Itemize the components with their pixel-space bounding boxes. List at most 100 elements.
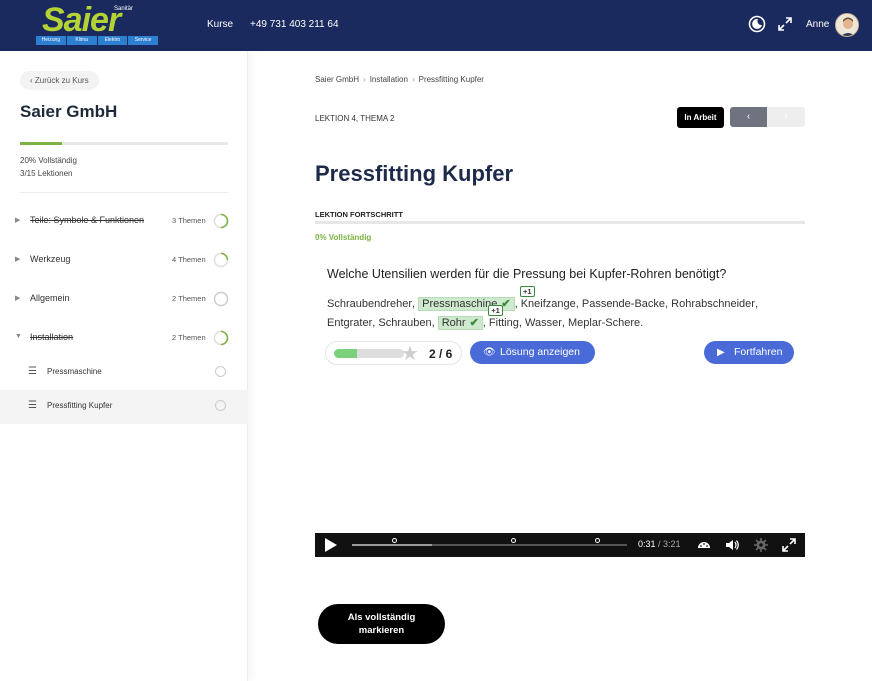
star-icon: ★ (401, 343, 419, 365)
answer-text: Schrauben (378, 317, 432, 329)
caret-right-icon: ▶ (15, 256, 21, 263)
answer-option[interactable]: Kneifzange (521, 295, 576, 314)
nav-link-kurse[interactable]: Kurse (207, 19, 233, 30)
answer-option[interactable]: Rohrabschneider (671, 295, 755, 314)
breadcrumb-separator-icon: › (411, 75, 415, 84)
answer-option[interactable]: Schraubendreher (327, 295, 412, 314)
continue-button[interactable]: ▶ Fortfahren (704, 341, 794, 364)
logo-segment: Service (128, 36, 158, 45)
answer-option[interactable]: Schrauben (378, 314, 431, 333)
video-seek-bar[interactable] (352, 538, 627, 546)
chapter-marker[interactable] (595, 538, 600, 543)
lesson-status-icon (215, 366, 226, 377)
breadcrumb-item[interactable]: Installation (370, 75, 408, 84)
answer-text: Entgrater (327, 317, 373, 329)
moon-icon[interactable] (748, 15, 766, 33)
continue-label: Fortfahren (734, 346, 783, 358)
fullscreen-icon[interactable] (782, 538, 796, 552)
breadcrumb-item[interactable]: Pressfitting Kupfer (419, 75, 484, 84)
answer-option[interactable]: Wasser (525, 314, 562, 333)
document-icon: ☰ (28, 366, 37, 377)
module-label: Werkzeug (30, 254, 71, 264)
mark-complete-label-line1: Als vollständig (347, 612, 416, 623)
mark-complete-label-line2: markieren (358, 625, 405, 636)
speed-icon[interactable] (697, 538, 711, 552)
logo-segment: Elektro (97, 36, 128, 45)
module-topic-count: 2 Themen (172, 294, 206, 303)
phone-number[interactable]: +49 731 403 211 64 (250, 19, 339, 30)
next-lesson-button[interactable]: › (767, 107, 805, 127)
avatar-image (836, 14, 858, 36)
video-time: 0:31 / 3:21 (638, 539, 681, 549)
back-button-label: Zurück zu Kurs (34, 76, 89, 85)
progress-lessons-text: 3/15 Lektionen (20, 169, 73, 178)
video-current-time: 0:31 (638, 539, 656, 549)
score-progress-fill (334, 349, 358, 358)
module-item-installation[interactable]: ▼ Installation 2 Themen (0, 319, 248, 358)
back-to-course-button[interactable]: ‹ Zurück zu Kurs (20, 71, 99, 90)
breadcrumb: Saier GmbH › Installation › Pressfitting Kup… (315, 75, 484, 84)
logo-tagline: Sanitär (114, 6, 134, 12)
lesson-progress-label: LEKTION FORTSCHRITT (315, 210, 403, 219)
breadcrumb-separator-icon: › (363, 75, 366, 84)
play-icon[interactable] (325, 538, 337, 552)
answer-option[interactable]: Entgrater (327, 314, 372, 333)
caret-down-icon: ▼ (15, 333, 22, 340)
score-text: 2 / 6 (429, 347, 453, 361)
user-name[interactable]: Anne (806, 19, 829, 30)
eye-icon: 👁 (483, 347, 496, 358)
breadcrumb-item[interactable]: Saier GmbH (315, 75, 359, 84)
volume-icon[interactable] (725, 538, 739, 552)
quiz-answer-list: Schraubendreher, Pressmaschine ✔ +1, Kneif… (327, 286, 787, 333)
answer-option-selected[interactable]: Rohr ✔ +1 (437, 305, 503, 333)
settings-gear-icon[interactable] (754, 538, 768, 552)
progress-percent-text: 20% Vollständig (20, 156, 77, 165)
answer-text: Rohrabschneider (671, 298, 755, 310)
answer-option[interactable]: Meplar-Schere (568, 314, 640, 333)
avatar[interactable] (835, 13, 859, 37)
chapter-marker[interactable] (511, 538, 516, 543)
answer-text: Wasser (525, 317, 562, 329)
answer-option[interactable]: Fitting (489, 314, 519, 333)
module-item-allgemein[interactable]: ▶ Allgemein 2 Themen (0, 280, 248, 319)
saier-logo[interactable]: Saier Sanitär Heizung Klima Elektro Serv… (36, 1, 158, 45)
lesson-label: Pressfitting Kupfer (47, 401, 113, 410)
video-buffer-bar (352, 544, 432, 546)
caret-right-icon: ▶ (15, 295, 21, 302)
video-player-controls: 0:31 / 3:21 (315, 533, 805, 557)
course-sidebar: ‹ Zurück zu Kurs Saier GmbH 20% Vollstän… (0, 51, 248, 681)
chapter-marker[interactable] (392, 538, 397, 543)
module-item-teile[interactable]: ▶ Teile: Symbole & Funktionen 3 Themen (0, 202, 248, 241)
module-topic-count: 3 Themen (172, 216, 206, 225)
partial-progress-icon (213, 213, 229, 229)
lesson-meta: LEKTION 4, THEMA 2 (315, 114, 395, 123)
lesson-item-pressmaschine[interactable]: ☰ Pressmaschine (0, 356, 248, 390)
answer-text: Passende-Backe (581, 298, 666, 310)
module-label: Teile: Symbole & Funktionen (30, 215, 145, 225)
top-navigation-bar: Saier Sanitär Heizung Klima Elektro Serv… (0, 0, 872, 51)
course-progress-fill (20, 142, 62, 145)
answer-option[interactable]: Passende-Backe (582, 295, 665, 314)
expand-icon[interactable] (776, 15, 794, 33)
module-topic-count: 2 Themen (172, 333, 206, 342)
partial-progress-icon (213, 252, 229, 268)
checkmark-icon: ✔ (469, 317, 479, 329)
answer-text: Kneifzange (520, 298, 576, 310)
lesson-item-pressfitting-kupfer[interactable]: ☰ Pressfitting Kupfer (0, 390, 248, 424)
answer-text: Meplar-Schere (568, 317, 641, 329)
logo-wordmark: Saier (42, 1, 121, 39)
mark-complete-button[interactable]: Als vollständig markieren (318, 604, 445, 644)
answer-text: Pressmaschine (422, 298, 498, 310)
logo-segment: Heizung (36, 36, 66, 45)
quiz-score: ★ 2 / 6 (325, 341, 462, 365)
caret-right-icon: ▶ (15, 217, 21, 224)
partial-progress-icon (213, 330, 229, 346)
module-topic-count: 4 Themen (172, 255, 206, 264)
module-item-werkzeug[interactable]: ▶ Werkzeug 4 Themen (0, 241, 248, 280)
course-title: Saier GmbH (20, 102, 118, 121)
divider (20, 192, 228, 193)
show-solution-button[interactable]: 👁 Lösung anzeigen (470, 341, 595, 364)
document-icon: ☰ (28, 400, 37, 411)
previous-lesson-button[interactable]: ‹ (730, 107, 767, 127)
module-label: Allgemein (30, 293, 70, 303)
